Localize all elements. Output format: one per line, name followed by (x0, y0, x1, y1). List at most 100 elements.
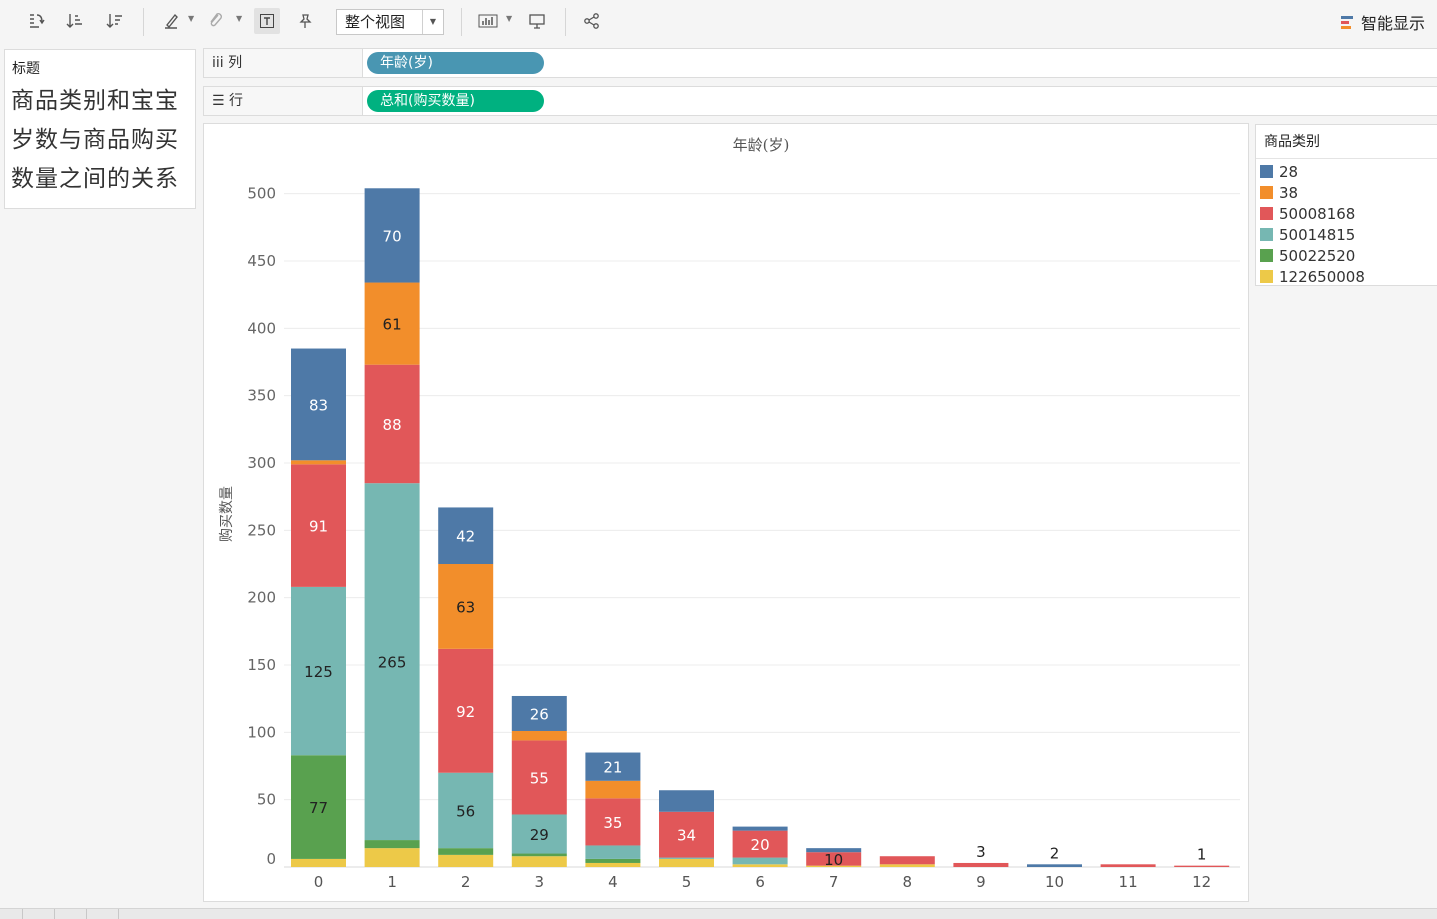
data-label: 29 (530, 826, 549, 844)
bar-segment (879, 856, 935, 865)
show-labels-icon[interactable] (254, 8, 280, 34)
swap-axes-icon[interactable] (23, 8, 49, 34)
legend-item[interactable]: 122650008 (1256, 266, 1437, 287)
bar-segment (806, 848, 862, 853)
legend-item[interactable]: 50014815 (1256, 224, 1437, 245)
bar-segment (659, 790, 714, 812)
show-me-icon (1340, 15, 1355, 29)
x-tick-label: 9 (976, 873, 986, 891)
bar-segment (438, 848, 494, 855)
y-tick-label: 250 (247, 521, 276, 539)
highlight-icon[interactable] (158, 8, 184, 34)
show-me-chart-icon[interactable] (475, 8, 501, 34)
legend-swatch (1260, 228, 1273, 241)
bar-segment (585, 780, 641, 799)
bar-segment (732, 864, 788, 867)
x-tick-label: 7 (829, 873, 839, 891)
bar-segment (511, 856, 567, 867)
data-label: 26 (530, 705, 549, 723)
y-tick-label: 300 (247, 454, 276, 472)
x-tick-label: 10 (1045, 873, 1064, 891)
sort-descending-icon[interactable] (102, 8, 128, 34)
sheet-tab-bar[interactable] (0, 908, 1437, 919)
bar-segment (291, 858, 346, 867)
chevron-down-icon[interactable]: ▼ (422, 10, 443, 34)
bar-segment (659, 857, 714, 859)
bar-segment (659, 858, 714, 867)
legend-item[interactable]: 28 (1256, 161, 1437, 182)
legend-label: 50008168 (1279, 204, 1356, 223)
x-tick-label: 8 (903, 873, 913, 891)
chart-title: 年龄(岁) (733, 136, 790, 154)
legend-items: 28 38 50008168 50014815 50022520 122650008 (1256, 159, 1437, 287)
legend-item[interactable]: 50022520 (1256, 245, 1437, 266)
x-tick-label: 5 (682, 873, 692, 891)
bar-segment (364, 840, 420, 849)
y-tick-label: 200 (247, 589, 276, 607)
view-size-value: 整个视图 (345, 13, 406, 31)
data-label: 3 (976, 843, 986, 861)
legend-label: 50014815 (1279, 225, 1356, 244)
legend-swatch (1260, 165, 1273, 178)
x-tick-label: 3 (535, 873, 545, 891)
chevron-down-icon[interactable]: ▼ (236, 14, 242, 23)
legend-swatch (1260, 270, 1273, 283)
view-size-select[interactable]: 整个视图 ▼ (336, 9, 444, 35)
stacked-bar-chart[interactable]: 年龄(岁)购买数量0501001502002503003504004505007… (204, 124, 1250, 903)
x-tick-label: 2 (461, 873, 471, 891)
data-label: 70 (383, 227, 402, 245)
y-tick-label: 0 (266, 850, 276, 868)
color-legend[interactable]: 商品类别 28 38 50008168 50014815 50022520 1226500… (1255, 124, 1437, 286)
bar-segment (732, 826, 788, 831)
rows-pill[interactable]: 总和(购买数量) (367, 90, 544, 112)
bar-segment (364, 848, 420, 867)
legend-label: 28 (1279, 162, 1299, 181)
data-label: 35 (603, 814, 622, 832)
rows-shelf-label: ☰ 行 (204, 87, 363, 115)
presentation-icon[interactable] (524, 8, 550, 34)
y-tick-label: 400 (247, 319, 276, 337)
bar-segment (585, 845, 641, 859)
legend-swatch (1260, 186, 1273, 199)
pin-axis-icon[interactable] (292, 8, 318, 34)
legend-item[interactable]: 50008168 (1256, 203, 1437, 224)
bar-segment (1027, 864, 1082, 867)
bar-segment (438, 854, 494, 867)
data-label: 92 (456, 703, 475, 721)
chevron-down-icon[interactable]: ▼ (506, 14, 512, 23)
data-label: 83 (309, 396, 328, 414)
data-label: 42 (456, 528, 475, 546)
y-tick-label: 450 (247, 252, 276, 270)
x-tick-label: 0 (314, 873, 324, 891)
share-icon[interactable] (579, 8, 605, 34)
rows-shelf[interactable]: ☰ 行 总和(购买数量) (203, 86, 1437, 116)
columns-shelf[interactable]: iii 列 年龄(岁) (203, 48, 1437, 78)
y-tick-label: 50 (257, 791, 276, 809)
legend-title: 商品类别 (1256, 125, 1437, 159)
x-tick-label: 11 (1119, 873, 1138, 891)
legend-item[interactable]: 38 (1256, 182, 1437, 203)
x-tick-label: 6 (755, 873, 765, 891)
data-label: 125 (304, 663, 333, 681)
legend-swatch (1260, 249, 1273, 262)
smart-display-button[interactable]: 智能显示 (1340, 10, 1425, 34)
legend-label: 122650008 (1279, 267, 1365, 286)
sort-ascending-icon[interactable] (62, 8, 88, 34)
x-tick-label: 1 (387, 873, 397, 891)
data-label: 55 (530, 769, 549, 787)
y-axis-label: 购买数量 (219, 486, 235, 542)
title-card[interactable]: 标题 商品类别和宝宝岁数与商品购买数量之间的关系 (4, 49, 196, 209)
data-label: 21 (603, 759, 622, 777)
bar-segment (1100, 864, 1156, 867)
data-label: 56 (456, 802, 475, 820)
columns-shelf-label: iii 列 (204, 49, 363, 77)
chart-pane[interactable]: 年龄(岁) 购买数量 0 50 100 150 200 250 300 350 400 450 500 7… (203, 123, 1249, 902)
group-icon[interactable] (203, 8, 229, 34)
bar-segment (732, 857, 788, 865)
data-label: 2 (1050, 844, 1060, 862)
bar-segment (511, 853, 567, 857)
bar-segment (953, 862, 1009, 867)
legend-label: 38 (1279, 183, 1299, 202)
columns-pill[interactable]: 年龄(岁) (367, 52, 544, 74)
chevron-down-icon[interactable]: ▼ (188, 14, 194, 23)
